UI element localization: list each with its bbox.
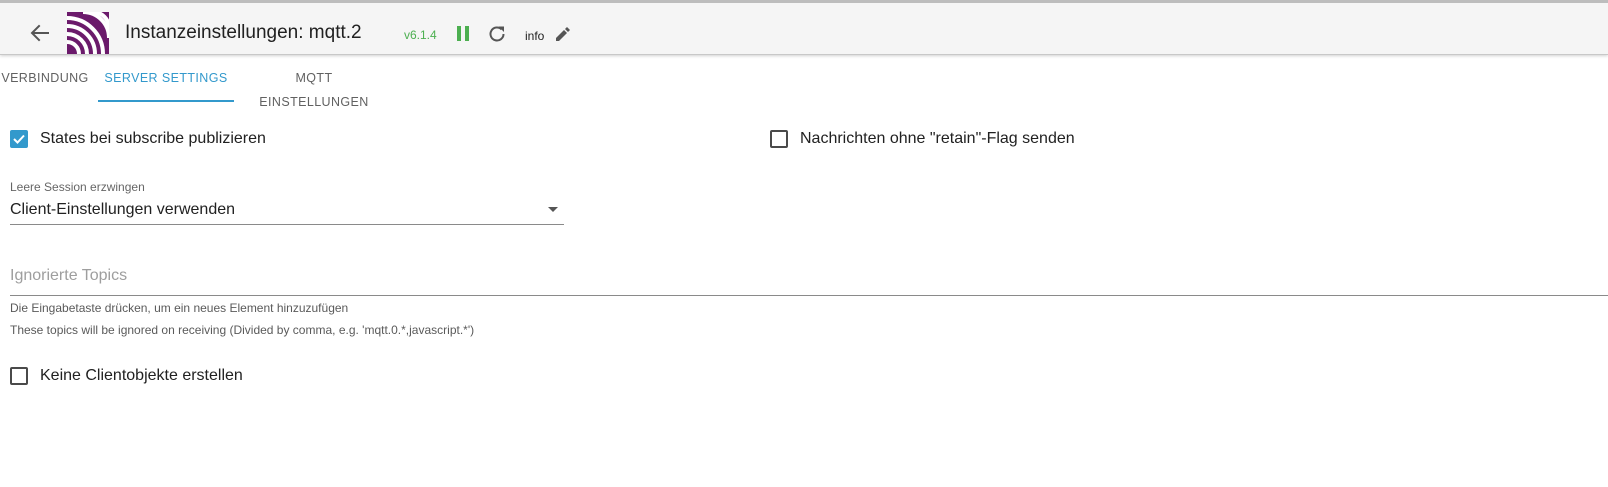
pencil-icon: [556, 27, 570, 41]
arrow-left-icon: [30, 24, 49, 42]
reload-icon: [489, 26, 505, 42]
dropdown-arrow-icon: [548, 207, 558, 212]
loglevel-label: info: [525, 29, 545, 43]
checkmark-icon: [13, 134, 25, 144]
ignored-topics-help: These topics will be ignored on receivin…: [10, 323, 475, 337]
force-session-label: Leere Session erzwingen: [10, 180, 145, 194]
ignored-topics-hint: Die Eingabetaste drücken, um ein neues E…: [10, 301, 349, 315]
pause-icon: [457, 26, 469, 41]
force-session-select[interactable]: Client-Einstellungen verwenden: [10, 197, 564, 225]
pause-button[interactable]: [455, 25, 471, 43]
publish-states-label: States bei subscribe publizieren: [40, 130, 266, 147]
edit-loglevel-button[interactable]: [553, 25, 571, 43]
no-retain-checkbox[interactable]: [770, 130, 788, 148]
tab-mqtt-einstellungen[interactable]: MQTT Einstellungen: [242, 66, 386, 109]
top-toolbar: Instanzeinstellungen: mqtt.2 v6.1.4 info: [0, 0, 1608, 55]
mqtt-logo-icon: [66, 10, 111, 55]
no-client-objects-label: Keine Clientobjekte erstellen: [40, 367, 243, 384]
force-session-value: Client-Einstellungen verwenden: [10, 201, 236, 218]
no-retain-label: Nachrichten ohne "retain"-Flag senden: [800, 130, 1075, 147]
version-label: v6.1.4: [404, 28, 437, 42]
publish-states-checkbox[interactable]: [10, 130, 28, 148]
reload-button[interactable]: [486, 23, 508, 45]
tab-server-settings[interactable]: Server settings: [98, 66, 234, 102]
ignored-topics-input[interactable]: Ignorierte Topics: [10, 262, 1608, 296]
tab-verbindung[interactable]: Verbindung: [0, 66, 90, 102]
ignored-topics-placeholder: Ignorierte Topics: [10, 267, 128, 284]
no-client-objects-checkbox[interactable]: [10, 367, 28, 385]
back-button[interactable]: [26, 20, 54, 46]
page-title: Instanzeinstellungen: mqtt.2: [125, 22, 362, 43]
